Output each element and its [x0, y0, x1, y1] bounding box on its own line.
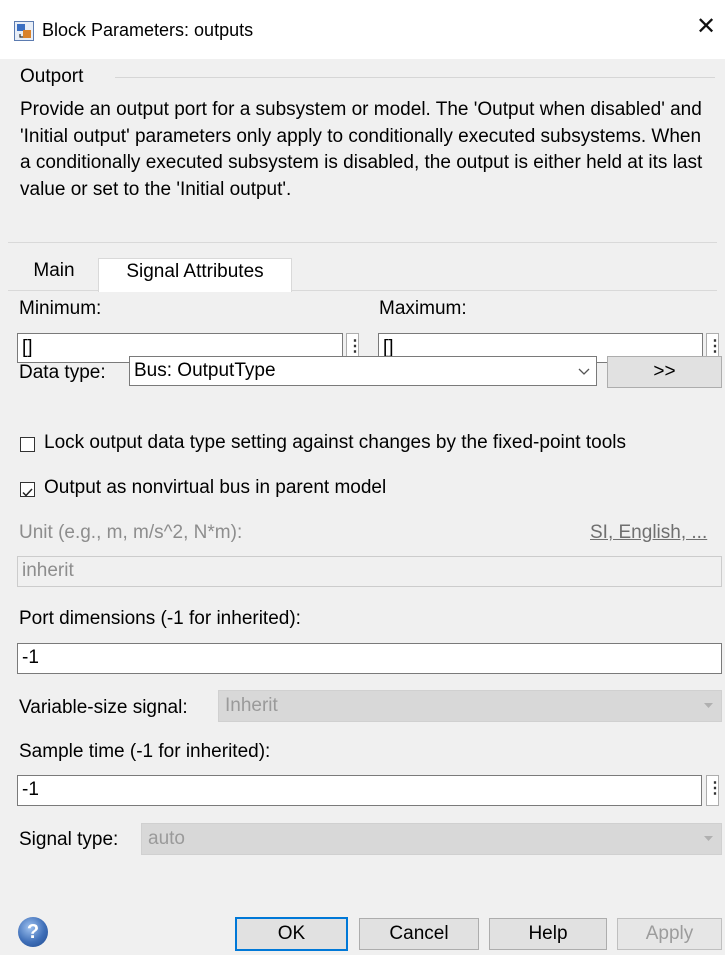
port-dimensions-input[interactable]: -1 — [17, 643, 722, 674]
data-type-combo[interactable]: Bus: OutputType — [129, 356, 597, 386]
data-type-assistant-button[interactable]: >> — [607, 356, 722, 388]
unit-input: inherit — [17, 556, 722, 587]
lock-output-checkbox[interactable] — [20, 437, 35, 452]
block-description: Provide an output port for a subsystem o… — [20, 99, 703, 200]
lock-output-label: Lock output data type setting against ch… — [44, 432, 626, 453]
nonvirtual-bus-label: Output as nonvirtual bus in parent model — [44, 477, 387, 498]
tab-main[interactable]: Main — [14, 258, 94, 291]
section-divider — [8, 242, 717, 243]
signal-type-label: Signal type: — [19, 829, 119, 850]
window-title: Block Parameters: outputs — [42, 20, 254, 40]
signal-type-value: auto — [148, 828, 185, 849]
nonvirtual-bus-checkbox[interactable] — [20, 482, 35, 497]
tab-signal-attributes[interactable]: Signal Attributes — [98, 258, 292, 292]
chevron-down-icon — [704, 703, 713, 708]
help-button[interactable]: Help — [489, 918, 607, 950]
variable-size-label: Variable-size signal: — [19, 697, 188, 718]
chevron-down-icon — [704, 836, 713, 841]
port-dimensions-label: Port dimensions (-1 for inherited): — [19, 608, 301, 629]
group-divider — [115, 77, 715, 78]
sample-time-label: Sample time (-1 for inherited): — [19, 741, 271, 762]
help-icon[interactable]: ? — [18, 917, 48, 947]
unit-label: Unit (e.g., m, m/s^2, N*m): — [19, 522, 243, 543]
group-title: Outport — [20, 66, 84, 87]
checkmark-icon — [22, 488, 33, 497]
apply-button: Apply — [617, 918, 722, 950]
close-icon[interactable]: ✕ — [696, 15, 716, 39]
variable-size-select: Inherit — [218, 690, 722, 722]
minimum-label: Minimum: — [19, 298, 102, 319]
maximum-label: Maximum: — [379, 298, 467, 319]
sample-time-kebab-menu-icon[interactable]: ⋮ — [706, 775, 723, 806]
data-type-label: Data type: — [19, 362, 106, 383]
sample-time-input[interactable]: -1 — [17, 775, 702, 806]
chevron-down-icon[interactable] — [578, 367, 590, 377]
variable-size-value: Inherit — [225, 695, 278, 716]
unit-system-link[interactable]: SI, English, ... — [590, 522, 707, 544]
block-parameters-icon — [14, 21, 34, 41]
signal-type-select: auto — [141, 823, 722, 855]
ok-button[interactable]: OK — [235, 917, 348, 951]
cancel-button[interactable]: Cancel — [359, 918, 479, 950]
data-type-value: Bus: OutputType — [134, 360, 276, 381]
